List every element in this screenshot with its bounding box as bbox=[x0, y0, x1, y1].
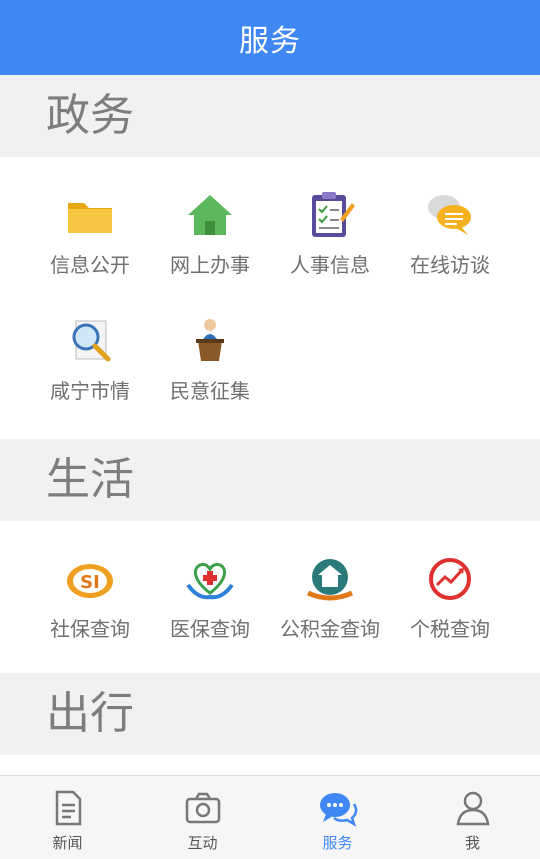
section-header-travel: 出行 bbox=[0, 673, 540, 755]
chat-bubbles-icon bbox=[428, 195, 471, 235]
section-title: 政务 bbox=[46, 90, 134, 141]
section-header-life: 生活 bbox=[0, 439, 540, 521]
service-item-city-info[interactable]: 咸宁市情 bbox=[30, 305, 150, 415]
service-item-housing-fund[interactable]: 公积金查询 bbox=[270, 543, 390, 653]
service-label: 个税查询 bbox=[410, 617, 490, 641]
medical-insurance-icon bbox=[186, 562, 234, 600]
government-grid: 信息公开 网上办事 人事信息 在线访谈 咸宁市情 民意征集 bbox=[0, 157, 540, 439]
tax-chart-icon bbox=[429, 558, 471, 600]
tab-label: 互动 bbox=[187, 834, 218, 852]
tab-label: 服务 bbox=[322, 834, 353, 852]
service-item-income-tax[interactable]: 个税查询 bbox=[390, 543, 510, 653]
social-security-icon: SI bbox=[67, 564, 113, 598]
service-label: 信息公开 bbox=[50, 253, 130, 277]
housing-fund-icon bbox=[306, 559, 354, 601]
service-label: 人事信息 bbox=[290, 253, 370, 277]
life-grid: SI 社保查询 医保查询 公积金查询 个税查询 bbox=[0, 521, 540, 673]
tab-service[interactable]: 服务 bbox=[270, 776, 405, 859]
section-title: 生活 bbox=[46, 454, 134, 505]
service-item-personnel-info[interactable]: 人事信息 bbox=[270, 179, 390, 289]
news-icon bbox=[55, 790, 81, 826]
section-title: 出行 bbox=[46, 688, 134, 739]
chat-icon bbox=[319, 793, 357, 827]
service-item-public-opinion[interactable]: 民意征集 bbox=[150, 305, 270, 415]
tab-label: 我 bbox=[464, 834, 480, 852]
clipboard-icon bbox=[312, 192, 355, 237]
podium-icon bbox=[196, 319, 224, 361]
service-item-online-affairs[interactable]: 网上办事 bbox=[150, 179, 270, 289]
service-item-social-security[interactable]: SI 社保查询 bbox=[30, 543, 150, 653]
service-item-online-interview[interactable]: 在线访谈 bbox=[390, 179, 510, 289]
svg-text:SI: SI bbox=[80, 572, 100, 593]
tab-interaction[interactable]: 互动 bbox=[135, 776, 270, 859]
service-label: 网上办事 bbox=[170, 253, 250, 277]
page-header: 服务 bbox=[0, 0, 540, 75]
camera-icon bbox=[185, 792, 220, 824]
tab-news[interactable]: 新闻 bbox=[0, 776, 135, 859]
bottom-tab-bar: 新闻 互动 服务 我 bbox=[0, 775, 540, 859]
service-item-medical-insurance[interactable]: 医保查询 bbox=[150, 543, 270, 653]
service-label: 在线访谈 bbox=[410, 253, 490, 277]
section-header-government: 政务 bbox=[0, 75, 540, 157]
user-icon bbox=[456, 791, 489, 826]
service-label: 医保查询 bbox=[170, 617, 250, 641]
service-label: 社保查询 bbox=[50, 617, 130, 641]
tab-label: 新闻 bbox=[52, 834, 83, 852]
page-title: 服务 bbox=[239, 23, 301, 59]
magnifier-document-icon bbox=[72, 320, 111, 362]
service-item-info-public[interactable]: 信息公开 bbox=[30, 179, 150, 289]
folder-icon bbox=[68, 203, 112, 233]
house-icon bbox=[188, 195, 232, 235]
service-label: 咸宁市情 bbox=[50, 379, 130, 403]
service-label: 公积金查询 bbox=[280, 617, 380, 641]
tab-me[interactable]: 我 bbox=[405, 776, 540, 859]
service-label: 民意征集 bbox=[170, 379, 250, 403]
